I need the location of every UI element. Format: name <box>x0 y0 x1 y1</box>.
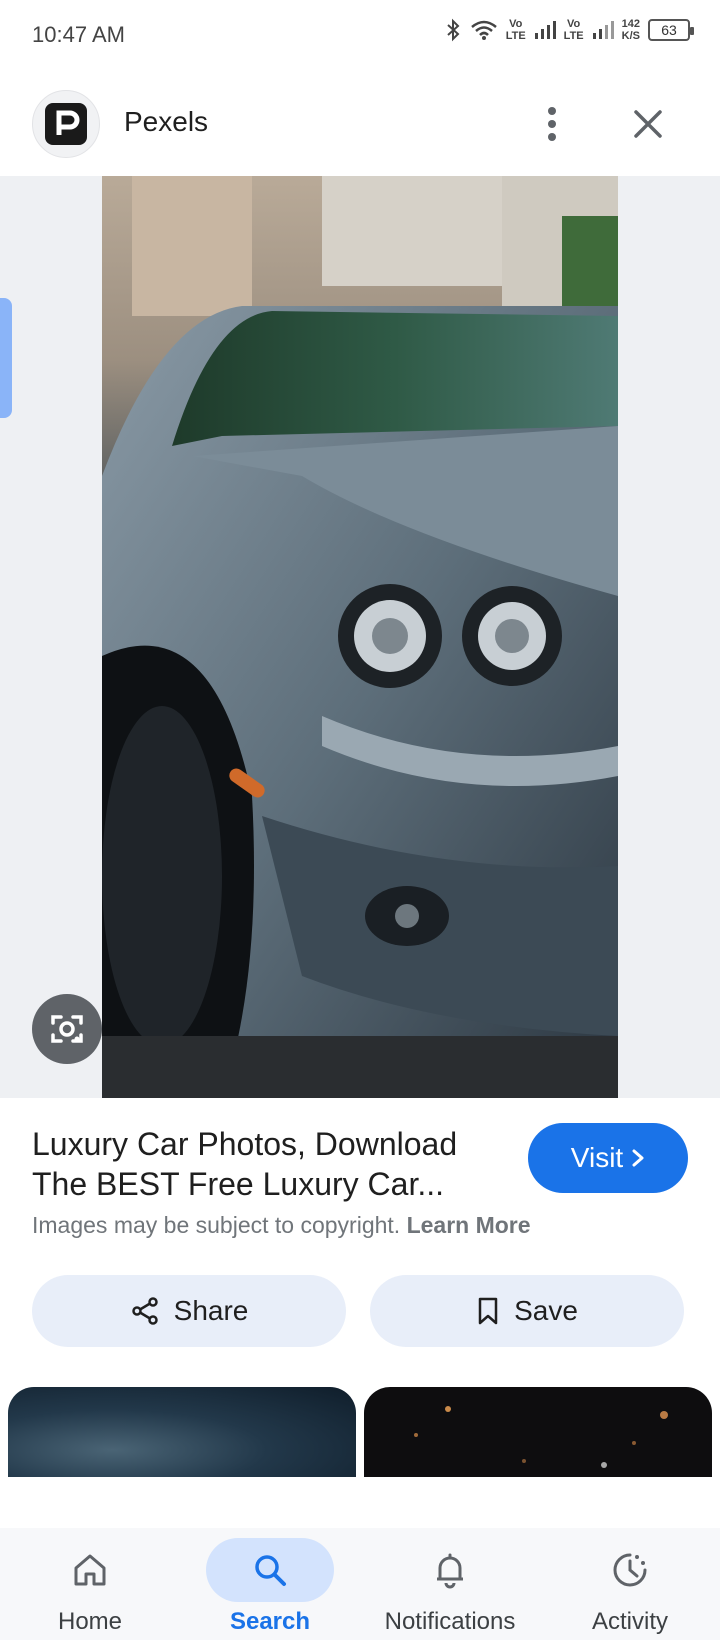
nav-search[interactable]: Search <box>180 1528 360 1640</box>
signal-icon <box>534 21 556 39</box>
status-bar: 10:47 AM Vo LTE Vo LTE 142 K/S 63 <box>0 0 720 72</box>
status-time: 10:47 AM <box>32 22 125 47</box>
visit-label: Visit <box>570 1142 624 1173</box>
side-panel-handle[interactable] <box>0 298 12 418</box>
nav-notifications-label: Notifications <box>384 1608 516 1635</box>
save-button[interactable]: Save <box>370 1275 684 1347</box>
save-label: Save <box>514 1295 578 1326</box>
car-photo[interactable] <box>102 176 618 1098</box>
signal-icon-2 <box>592 21 614 39</box>
close-button[interactable] <box>624 100 672 148</box>
network-label-1: Vo LTE <box>505 18 526 42</box>
nav-notifications[interactable]: Notifications <box>360 1528 540 1640</box>
related-image-thumbnail[interactable] <box>8 1387 356 1477</box>
lens-icon <box>51 1015 83 1043</box>
bluetooth-icon <box>447 18 460 42</box>
learn-more-link[interactable]: Learn More <box>407 1212 531 1238</box>
bottom-navigation: Home Search Notifications Activity <box>0 1528 720 1640</box>
nav-activity[interactable]: Activity <box>540 1528 720 1640</box>
more-vert-icon <box>548 107 556 141</box>
nav-home-label: Home <box>57 1608 123 1635</box>
nav-home[interactable]: Home <box>0 1528 180 1640</box>
share-button[interactable]: Share <box>32 1275 346 1347</box>
activity-icon <box>613 1553 647 1587</box>
nav-activity-pill <box>566 1538 694 1602</box>
site-name[interactable]: Pexels <box>124 106 208 138</box>
nav-activity-label: Activity <box>591 1608 668 1635</box>
bell-icon <box>437 1553 463 1589</box>
search-icon <box>255 1555 286 1586</box>
home-icon <box>74 1554 106 1586</box>
chevron-right-icon <box>632 1149 644 1167</box>
battery-indicator: 63 <box>648 19 694 41</box>
image-preview-area <box>0 176 720 1098</box>
lens-search-button[interactable] <box>32 994 102 1064</box>
wifi-icon <box>470 20 497 40</box>
pexels-logo-icon[interactable] <box>32 90 100 158</box>
bookmark-icon <box>478 1297 498 1325</box>
share-label: Share <box>173 1295 249 1326</box>
more-options-button[interactable] <box>530 100 574 148</box>
nav-search-label: Search <box>229 1608 311 1635</box>
copyright-text: Images may be subject to copyright. <box>32 1212 401 1238</box>
network-label-2: Vo LTE <box>563 18 584 42</box>
result-title[interactable]: Luxury Car Photos, Download The BEST Fre… <box>32 1124 502 1204</box>
network-speed: 142 K/S <box>621 18 640 42</box>
status-icons: Vo LTE Vo LTE 142 K/S 63 <box>444 18 694 42</box>
nav-notifications-pill <box>386 1538 514 1602</box>
related-image-thumbnail[interactable] <box>364 1387 712 1477</box>
nav-search-pill <box>206 1538 334 1602</box>
nav-home-pill <box>26 1538 154 1602</box>
share-icon <box>131 1297 158 1325</box>
source-header: Pexels <box>0 82 720 176</box>
close-icon <box>634 110 662 138</box>
copyright-notice: Images may be subject to copyright. Lear… <box>32 1212 531 1239</box>
visit-button[interactable]: Visit <box>528 1123 688 1193</box>
